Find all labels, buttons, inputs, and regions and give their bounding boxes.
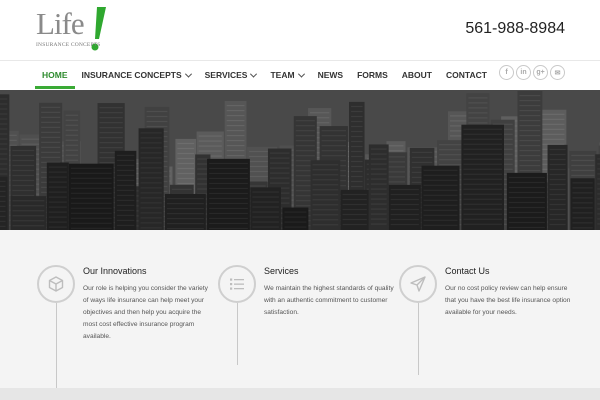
nav-menu: HOME INSURANCE CONCEPTS SERVICES TEAM NEWS FO… [35,61,494,91]
feature-text: Our role is helping you consider the var… [83,285,208,340]
nav-item-label: TEAM [270,70,295,80]
nav-item-label: SERVICES [204,70,248,80]
linkedin-icon[interactable]: in [516,65,531,80]
chevron-down-icon [297,70,305,78]
feature-text: We maintain the highest standards of qua… [264,285,394,316]
cube-icon [48,276,64,292]
nav-item-forms[interactable]: FORMS [350,61,395,89]
feature-text: Our no cost policy review can help ensur… [445,285,571,316]
main-nav: HOME INSURANCE CONCEPTS SERVICES TEAM NEWS FO… [0,60,600,90]
send-icon [410,276,426,292]
facebook-icon[interactable]: f [499,65,514,80]
feature-innovations: Our Innovations Our role is helping you … [37,230,217,390]
nav-item-services[interactable]: SERVICES [198,61,264,89]
nav-item-label: HOME [42,70,68,80]
google-plus-icon[interactable]: g+ [533,65,548,80]
logo-word: Life [36,6,85,41]
nav-item-about[interactable]: ABOUT [395,61,439,89]
feature-divider-line [418,303,419,375]
phone-number[interactable]: 561-988-8984 [465,20,565,38]
feature-icon-circle [399,265,437,303]
chevron-down-icon [250,70,258,78]
feature-icon-circle [218,265,256,303]
nav-item-label: FORMS [357,70,388,80]
nav-item-contact[interactable]: CONTACT [439,61,494,89]
nav-item-insurance-concepts[interactable]: INSURANCE CONCEPTS [75,61,198,89]
hero-banner [0,90,600,230]
feature-title: Services [264,266,299,276]
chevron-down-icon [184,70,192,78]
nav-item-label: ABOUT [401,70,432,80]
features-section: Our Innovations Our role is helping you … [0,230,600,390]
nav-item-team[interactable]: TEAM [263,61,310,89]
feature-divider-line [56,303,57,390]
feature-icon-circle [37,265,75,303]
nav-item-label: CONTACT [446,70,487,80]
site-logo[interactable]: Life INSURANCE CONCEPTS [36,6,106,54]
feature-services: Services We maintain the highest standar… [218,230,398,390]
list-icon [230,278,244,290]
social-links: f in g+ ✉ [499,65,565,80]
feature-contact: Contact Us Our no cost policy review can… [399,230,579,390]
nav-item-label: NEWS [317,70,344,80]
feature-divider-line [237,303,238,365]
city-skyline-image [0,90,600,230]
email-icon[interactable]: ✉ [550,65,565,80]
nav-item-home[interactable]: HOME [35,61,75,89]
logo-tagline: INSURANCE CONCEPTS [36,42,101,48]
feature-title: Contact Us [445,266,490,276]
feature-title: Our Innovations [83,266,147,276]
nav-item-label: INSURANCE CONCEPTS [81,70,182,80]
bottom-strip [0,388,600,400]
site-header: Life INSURANCE CONCEPTS 561-988-8984 [0,0,600,60]
nav-item-news[interactable]: NEWS [311,61,351,89]
